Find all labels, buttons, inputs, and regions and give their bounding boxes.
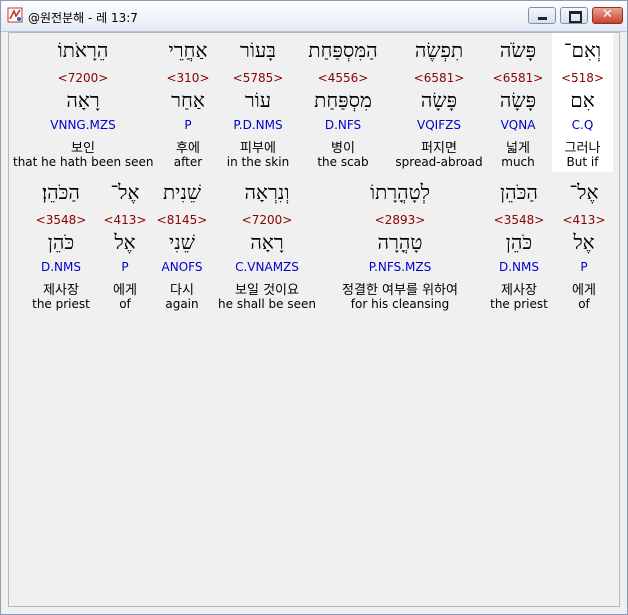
korean-gloss: 에게	[113, 283, 137, 298]
hebrew-root: טָהֳרָה	[377, 230, 423, 254]
morphology-code: VNNG.MZS	[50, 118, 116, 132]
strong-number: <6581>	[492, 71, 544, 85]
english-gloss: much	[501, 155, 535, 169]
interlinear-panel: וְאִם־ <518> אִם C.Q 그러나 But if פָּשֹׂה …	[8, 32, 620, 607]
hebrew-word: אֶל־	[569, 180, 599, 204]
morphology-code: P	[121, 260, 129, 274]
hebrew-word: הַכֹּהֵן	[500, 180, 538, 204]
english-gloss: the priest	[490, 297, 548, 311]
english-gloss: he shall be seen	[218, 297, 316, 311]
english-gloss: the priest	[32, 297, 90, 311]
minimize-icon	[538, 17, 547, 20]
morphology-code: C.Q	[571, 118, 594, 132]
hebrew-root: כֹּהֵן	[505, 230, 533, 254]
strong-number: <6581>	[413, 71, 465, 85]
hebrew-word: לְטָהֳרָתוֹ	[369, 180, 431, 204]
maximize-button[interactable]	[560, 7, 588, 24]
app-icon	[7, 7, 23, 23]
korean-gloss: 퍼지면	[421, 141, 457, 156]
english-gloss: But if	[566, 155, 599, 169]
korean-gloss: 병이	[331, 141, 355, 156]
hebrew-root: פָּשָׂה	[499, 88, 537, 112]
hebrew-root: שֵׁנִי	[169, 230, 195, 254]
korean-gloss: 피부에	[240, 141, 276, 156]
hebrew-word: פָּשֹׂה	[499, 38, 537, 62]
hebrew-word: הַמִּסְפַּחַת	[308, 38, 378, 62]
strong-number: <7200>	[57, 71, 109, 85]
strong-number: <5785>	[232, 71, 284, 85]
english-gloss: for his cleansing	[350, 297, 450, 311]
morphology-code: P.D.NMS	[233, 118, 283, 132]
strong-number: <310>	[166, 71, 210, 85]
hebrew-word: תִפְשֶׂה	[414, 38, 464, 62]
minimize-button[interactable]	[528, 7, 556, 24]
morphology-code: D.NMS	[498, 260, 539, 274]
hebrew-word: וְאִם־	[563, 38, 602, 62]
hebrew-word: בָּעוֹר	[240, 38, 276, 62]
korean-gloss: 정결한 여부를 위하여	[342, 283, 458, 298]
maximize-icon	[569, 11, 582, 23]
close-icon: ✕	[602, 7, 613, 22]
hebrew-word: וְנִרְאָה	[244, 180, 290, 204]
hebrew-root: כֹּהֵן	[47, 230, 75, 254]
strong-number: <3548>	[35, 213, 87, 227]
morphology-code: ANOFS	[161, 260, 203, 274]
english-gloss: the scab	[317, 155, 369, 169]
morphology-code: D.NMS	[40, 260, 81, 274]
strong-number: <518>	[560, 71, 604, 85]
english-gloss: of	[578, 297, 590, 311]
morphology-code: P.NFS.MZS	[368, 260, 432, 274]
hebrew-root: אֶל	[573, 230, 595, 254]
hebrew-word: הֵרָאֹתוֹ	[57, 38, 109, 62]
hebrew-root: רָאָה	[66, 88, 100, 112]
morphology-code: P	[184, 118, 192, 132]
korean-gloss: 제사장	[501, 283, 537, 298]
korean-gloss: 보인	[71, 141, 95, 156]
hebrew-word: שֵׁנִית	[162, 180, 202, 204]
korean-gloss: 후에	[176, 141, 200, 156]
strong-number: <2893>	[374, 213, 426, 227]
korean-gloss: 그러나	[564, 141, 601, 156]
strong-number: <413>	[103, 213, 147, 227]
morphology-code: VQNA	[500, 118, 536, 132]
strong-number: <413>	[562, 213, 606, 227]
hebrew-root: מִסְפַּחַת	[314, 88, 372, 112]
hebrew-word: אֶל־	[110, 180, 140, 204]
hebrew-root: אַחַר	[171, 88, 205, 112]
english-gloss: after	[173, 155, 203, 169]
strong-number: <4556>	[317, 71, 369, 85]
window-title: @원전분해 - 레 13:7	[28, 11, 138, 25]
hebrew-root: רָאָה	[250, 230, 284, 254]
title-bar[interactable]: @원전분해 - 레 13:7 ✕	[1, 1, 627, 32]
english-gloss: in the skin	[226, 155, 290, 169]
korean-gloss: 넓게	[506, 141, 530, 156]
app-window: @원전분해 - 레 13:7 ✕ וְאִם־ <518> אִם C.Q 그러…	[0, 0, 628, 615]
english-gloss: spread-abroad	[395, 155, 483, 169]
hebrew-root: אִם	[570, 88, 595, 112]
strong-number: <7200>	[241, 213, 293, 227]
close-button[interactable]: ✕	[592, 7, 623, 24]
strong-number: <3548>	[493, 213, 545, 227]
morphology-code: P	[580, 260, 588, 274]
morphology-code: C.VNAMZS	[235, 260, 299, 274]
morphology-code: VQIFZS	[417, 118, 461, 132]
hebrew-root: פָּשָׂה	[420, 88, 458, 112]
korean-gloss: 제사장	[43, 283, 79, 298]
hebrew-word: אַחֲרֵי	[168, 38, 208, 62]
morphology-code: D.NFS	[324, 118, 362, 132]
hebrew-root: אֶל	[114, 230, 136, 254]
english-gloss: again	[165, 297, 199, 311]
korean-gloss: 보일 것이요	[235, 283, 299, 298]
korean-gloss: 다시	[170, 283, 194, 298]
hebrew-word: הַכֹּהֵן׃	[42, 180, 80, 204]
korean-gloss: 에게	[572, 283, 596, 298]
english-gloss: of	[119, 297, 131, 311]
hebrew-root: עוֹר	[244, 88, 272, 112]
strong-number: <8145>	[156, 213, 208, 227]
english-gloss: that he hath been seen	[13, 155, 154, 169]
